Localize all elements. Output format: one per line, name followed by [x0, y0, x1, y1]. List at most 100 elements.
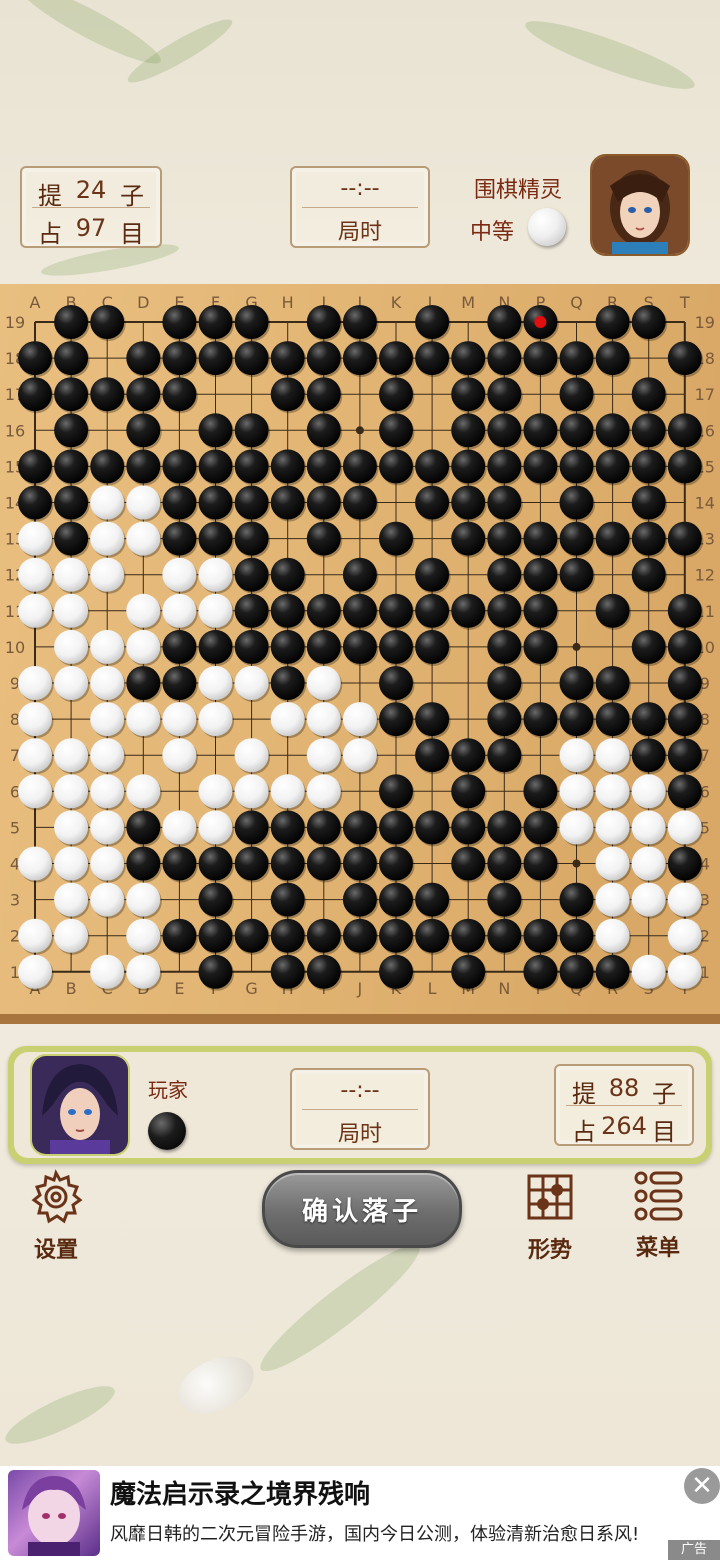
black-stone-F13 [198, 521, 233, 556]
white-stone-A7 [18, 738, 52, 773]
white-stone-Q6 [559, 774, 594, 809]
black-stone-N11 [487, 593, 522, 628]
black-stone-T16 [667, 413, 702, 448]
captures-label: 提 [572, 1080, 596, 1108]
black-stone-R16 [595, 413, 630, 448]
black-stone-S15 [631, 449, 666, 484]
captures-label: 提 [38, 182, 62, 210]
captures-unit: 子 [651, 1080, 676, 1108]
black-stone-N19 [487, 305, 522, 339]
white-stone-B10 [54, 629, 89, 664]
white-stone-D10 [126, 629, 161, 664]
black-stone-D16 [126, 413, 161, 448]
white-stone-R2 [595, 918, 630, 953]
black-stone-E9 [162, 666, 197, 700]
black-stone-M7 [451, 738, 486, 773]
black-stone-J14 [342, 485, 377, 520]
black-stone-Q14 [559, 485, 594, 520]
black-stone-M11 [451, 593, 486, 628]
white-stone-C7 [90, 738, 125, 773]
black-stone-N3 [487, 882, 522, 917]
black-stone-G10 [234, 629, 269, 664]
gear-icon [31, 1169, 83, 1224]
black-stone-K11 [379, 593, 413, 628]
menu-button[interactable]: 菜单 [626, 1168, 690, 1262]
white-stone-E8 [162, 702, 197, 737]
settings-button[interactable]: 设置 [24, 1168, 88, 1264]
black-stone-F1 [198, 954, 233, 989]
white-stone-R6 [595, 774, 630, 809]
row-label: 3 [10, 891, 20, 910]
black-stone-G2 [234, 918, 269, 953]
black-stone-F16 [198, 413, 233, 448]
black-stone-M15 [451, 449, 486, 484]
black-stone-N5 [487, 810, 522, 845]
white-stone-A1 [18, 954, 52, 989]
black-stone-S12 [631, 557, 666, 592]
white-stone-J8 [342, 702, 377, 737]
white-stone-S5 [631, 810, 666, 845]
black-stone-P12 [523, 557, 558, 592]
black-stone-I14 [306, 485, 341, 520]
black-stone-I5 [306, 810, 341, 845]
black-stone-J12 [342, 557, 377, 592]
black-stone-S14 [631, 485, 666, 520]
black-stone-S8 [631, 702, 666, 737]
white-stone-C5 [90, 810, 125, 845]
black-stone-L7 [415, 738, 450, 773]
column-label: E [174, 979, 184, 998]
bamboo-leaf-decoration [520, 10, 700, 100]
white-stone-C12 [90, 557, 125, 592]
white-stone-H8 [270, 702, 305, 737]
black-stone-H10 [270, 629, 305, 664]
board-canvas[interactable]: AABBCCDDEEFFGGHHIIJJKKLLMMNNPPQQRRSSTT19… [0, 284, 720, 1024]
white-stone-Q7 [559, 738, 594, 773]
opponent-stone-icon [528, 208, 566, 246]
black-stone-L11 [415, 593, 450, 628]
ad-description[interactable]: 风靡日韩的二次元冒险手游，国内今日公测，体验清新治愈日系风! [110, 1520, 639, 1546]
black-stone-T18 [667, 341, 702, 376]
black-stone-S16 [631, 413, 666, 448]
black-stone-R15 [595, 449, 630, 484]
star-point [355, 426, 364, 435]
black-stone-F2 [198, 918, 233, 953]
player-captures: 88 [608, 1074, 640, 1102]
white-stone-R3 [595, 882, 630, 917]
black-stone-L15 [415, 449, 450, 484]
black-stone-F10 [198, 629, 233, 664]
black-stone-D5 [126, 810, 161, 845]
black-stone-N4 [487, 846, 522, 881]
black-stone-J19 [342, 305, 377, 339]
black-stone-S13 [631, 521, 666, 556]
player-timer-label: 局时 [337, 1122, 382, 1147]
black-stone-G16 [234, 413, 269, 448]
black-stone-A18 [18, 341, 52, 376]
ad-title[interactable]: 魔法启示录之境界残响 [110, 1474, 370, 1511]
black-stone-H4 [270, 846, 305, 881]
black-stone-H17 [270, 377, 305, 412]
ad-banner[interactable]: 魔法启示录之境界残响 风靡日韩的二次元冒险手游，国内今日公测，体验清新治愈日系风… [0, 1466, 720, 1560]
player-avatar[interactable] [30, 1054, 130, 1156]
opponent-avatar[interactable] [590, 154, 690, 256]
white-stone-B4 [54, 846, 89, 881]
black-stone-T8 [667, 702, 702, 737]
close-icon[interactable]: ✕ [684, 1468, 720, 1504]
black-stone-C15 [90, 449, 125, 484]
star-point [572, 642, 581, 651]
black-stone-J4 [342, 846, 377, 881]
white-stone-I7 [306, 738, 341, 773]
black-stone-M4 [451, 846, 486, 881]
column-label: H [282, 293, 294, 312]
confirm-move-button[interactable]: 确认落子 [262, 1170, 462, 1248]
opponent-timer-label: 局时 [337, 220, 382, 245]
white-stone-I8 [306, 702, 341, 737]
white-stone-Q5 [559, 810, 594, 845]
black-stone-A17 [18, 377, 52, 412]
go-board[interactable]: AABBCCDDEEFFGGHHIIJJKKLLMMNNPPQQRRSSTT19… [0, 284, 720, 1024]
white-stone-T5 [667, 810, 702, 845]
opponent-score-panel: 提 24 子 占 97 目 [20, 166, 162, 248]
ad-image[interactable] [8, 1470, 100, 1556]
black-stone-T9 [667, 666, 702, 700]
analysis-button[interactable]: 形势 [518, 1168, 582, 1264]
ad-tag: 广告 [668, 1540, 720, 1560]
